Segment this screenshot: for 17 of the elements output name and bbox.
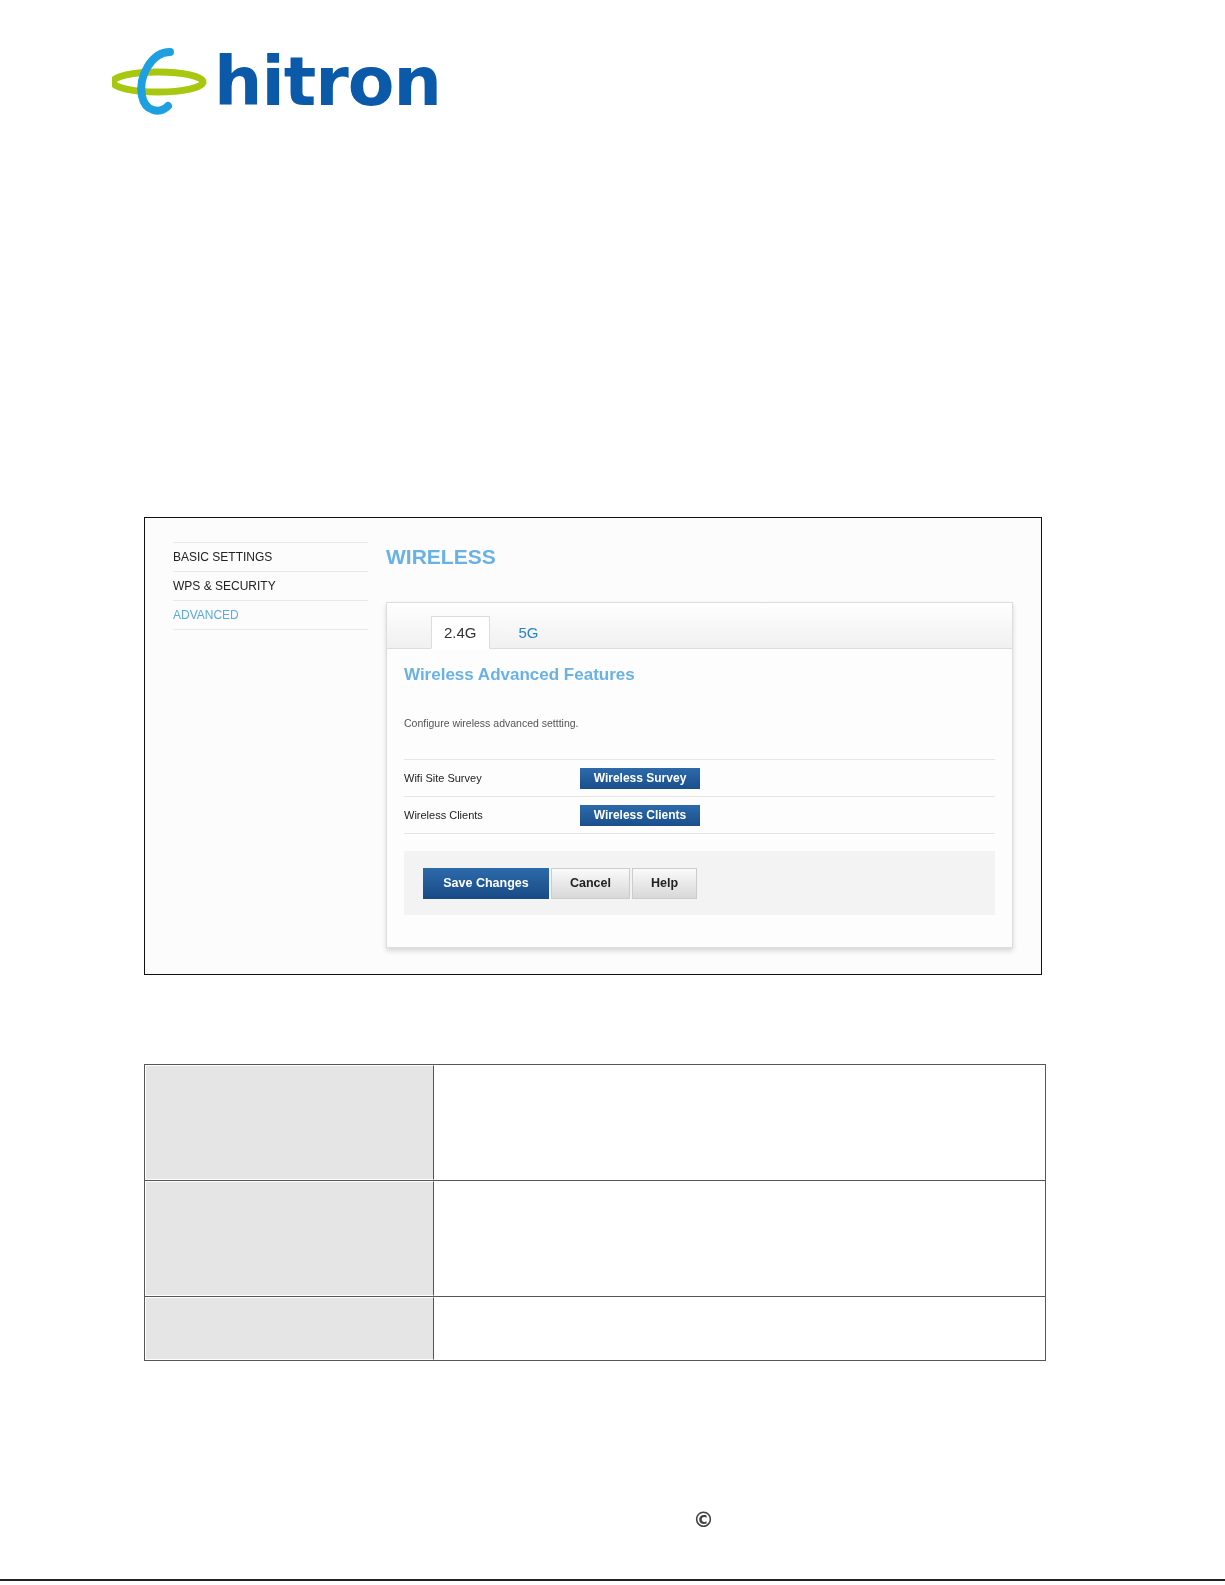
sidebar-item[interactable]: BASIC SETTINGS [173,542,368,571]
setting-label: Wifi Site Survey [404,772,483,784]
sidebar-item[interactable]: WPS & SECURITY [173,571,368,600]
logo-wordmark: hitron [214,44,441,120]
save-button[interactable]: Save Changes [423,867,549,899]
setting-label: Wireless Clients [404,809,484,821]
section-title: Wireless Advanced Features [404,665,636,686]
copyright-mark: © [693,1508,714,1532]
logo-swirl-icon [112,46,208,118]
form-button[interactable]: Help [632,867,697,899]
page-title: WIRELESS [386,544,497,570]
band-tab[interactable]: 5G [505,616,552,649]
band-tab[interactable]: 2.4G [431,616,490,649]
section-description: Configure wireless advanced settting. [404,717,580,731]
form-button[interactable]: Cancel [551,867,630,899]
action-button[interactable]: Wireless Survey [580,767,700,789]
action-button[interactable]: Wireless Clients [580,804,700,826]
